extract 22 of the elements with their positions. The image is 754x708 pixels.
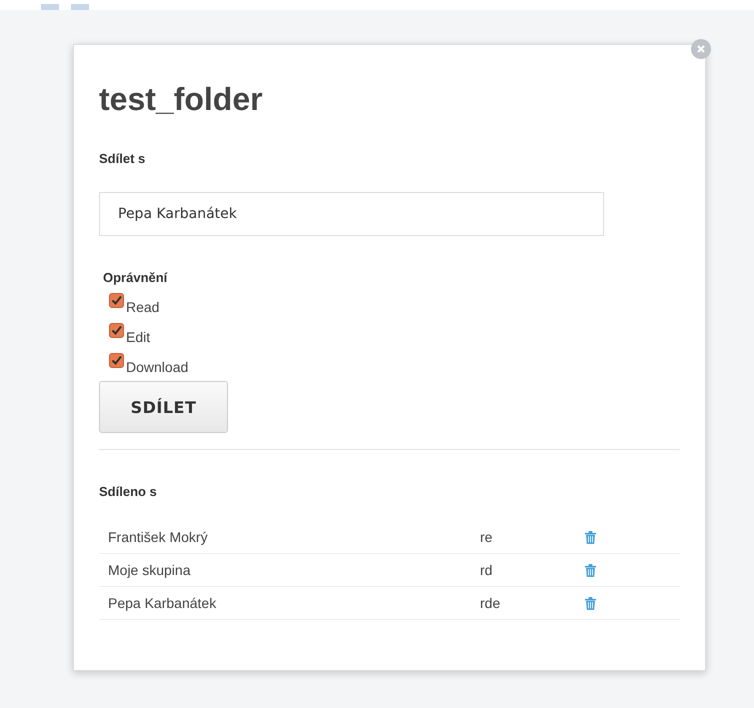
checkbox-label: Read — [126, 299, 160, 315]
checkbox[interactable] — [109, 293, 124, 308]
field-label: Sdílet s — [99, 151, 146, 166]
checkbox-label: Download — [126, 359, 188, 375]
permission-code: rde — [480, 595, 500, 611]
trash-icon[interactable] — [585, 596, 596, 610]
permission-code: re — [480, 529, 492, 545]
checkbox[interactable] — [109, 353, 124, 368]
share-button[interactable]: SDÍLET — [99, 381, 228, 433]
trash-icon[interactable] — [585, 564, 596, 576]
trash-icon[interactable] — [585, 530, 596, 544]
permission-code: rd — [480, 562, 492, 578]
input-field[interactable]: Pepa Karbanátek — [99, 192, 604, 236]
section-label: Sdíleno s — [99, 484, 158, 499]
section-label: Oprávnění — [103, 270, 168, 285]
user-name: Pepa Karbanátek — [108, 595, 216, 611]
user-name: Moje skupina — [108, 562, 190, 578]
close-icon[interactable] — [691, 39, 711, 59]
user-name: František Mokrý — [108, 529, 208, 545]
checkbox[interactable] — [109, 323, 124, 338]
checkbox-label: Edit — [126, 329, 150, 345]
dialog-title: test_folder — [99, 80, 264, 119]
